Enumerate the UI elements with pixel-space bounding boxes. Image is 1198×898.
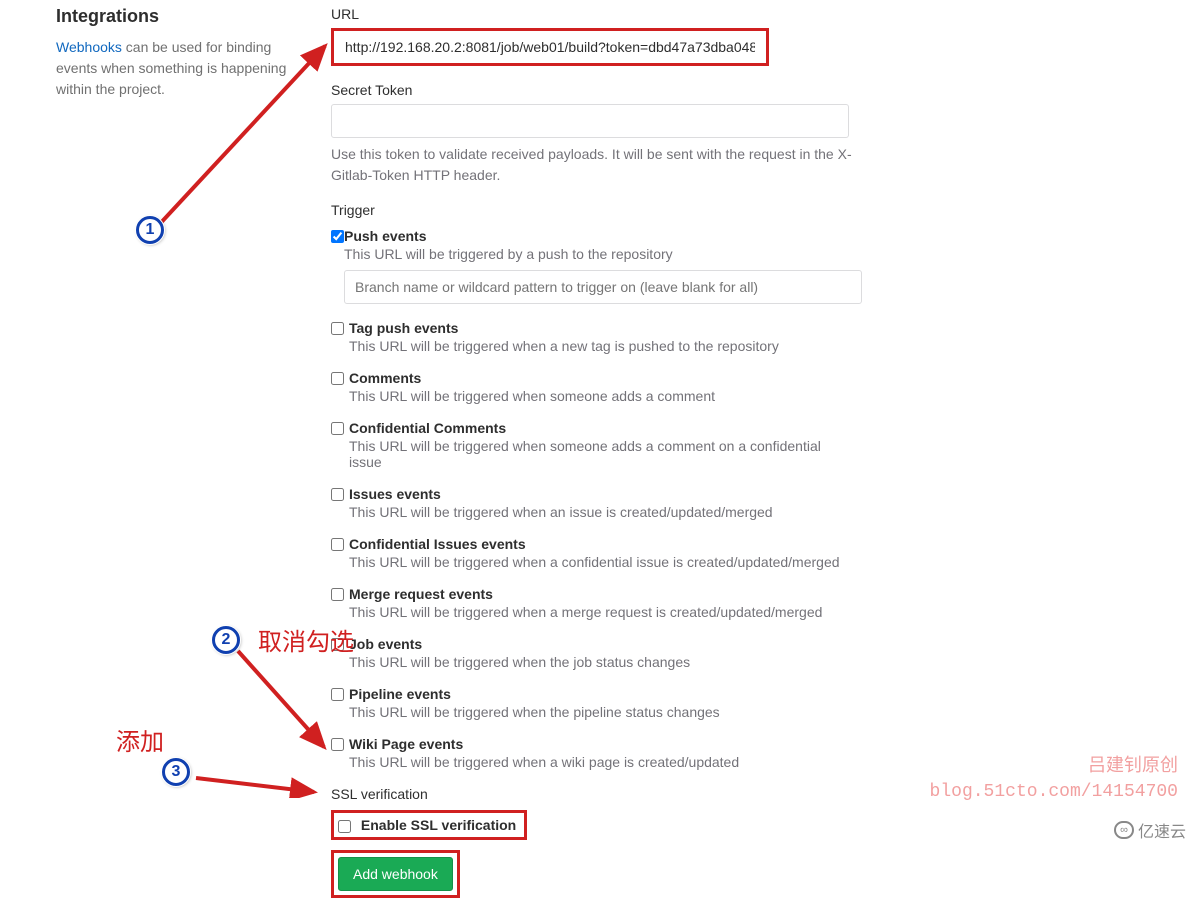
sidebar-description: Webhooks can be used for binding events … (56, 37, 311, 100)
trigger-desc-wiki: This URL will be triggered when a wiki p… (349, 754, 856, 770)
sidebar-title: Integrations (56, 6, 311, 27)
url-highlight-box (331, 28, 769, 66)
trigger-checkbox-issues[interactable] (331, 488, 344, 501)
trigger-title-conf_issues: Confidential Issues events (349, 536, 856, 552)
trigger-checkbox-conf_comments[interactable] (331, 422, 344, 435)
trigger-checkbox-pipeline[interactable] (331, 688, 344, 701)
trigger-desc-comments: This URL will be triggered when someone … (349, 388, 856, 404)
trigger-row-conf_comments: Confidential Comments This URL will be tr… (331, 420, 856, 470)
submit-highlight-box: Add webhook (331, 850, 460, 898)
annotation-badge-2: 2 (212, 626, 240, 654)
annotation-badge-1: 1 (136, 216, 164, 244)
trigger-row-job: Job events This URL will be triggered whe… (331, 636, 856, 670)
url-label: URL (331, 6, 856, 22)
trigger-row-wiki: Wiki Page events This URL will be trigger… (331, 736, 856, 770)
trigger-row-push: Push eventsThis URL will be triggered by… (331, 228, 856, 304)
annotation-badge-3: 3 (162, 758, 190, 786)
trigger-row-comments: Comments This URL will be triggered when … (331, 370, 856, 404)
trigger-desc-issues: This URL will be triggered when an issue… (349, 504, 856, 520)
annotation-text-2: 取消勾选 (258, 622, 354, 657)
ssl-section-label: SSL verification (331, 786, 856, 802)
trigger-desc-job: This URL will be triggered when the job … (349, 654, 856, 670)
secret-token-label: Secret Token (331, 82, 856, 98)
annotation-text-3: 添加 (116, 722, 164, 757)
secret-token-help: Use this token to validate received payl… (331, 144, 856, 186)
trigger-title-push: Push events (344, 228, 862, 244)
trigger-checkbox-wiki[interactable] (331, 738, 344, 751)
branch-filter-input[interactable] (344, 270, 862, 304)
trigger-title-tagpush: Tag push events (349, 320, 856, 336)
site-logo: ∞亿速云 (1114, 818, 1186, 842)
trigger-desc-tagpush: This URL will be triggered when a new ta… (349, 338, 856, 354)
url-input[interactable] (335, 32, 765, 62)
trigger-title-job: Job events (349, 636, 856, 652)
trigger-desc-conf_issues: This URL will be triggered when a confid… (349, 554, 856, 570)
trigger-checkbox-tagpush[interactable] (331, 322, 344, 335)
trigger-checkbox-merge[interactable] (331, 588, 344, 601)
trigger-desc-push: This URL will be triggered by a push to … (344, 246, 862, 262)
trigger-row-conf_issues: Confidential Issues events This URL will … (331, 536, 856, 570)
trigger-row-pipeline: Pipeline events This URL will be triggere… (331, 686, 856, 720)
secret-token-input[interactable] (331, 104, 849, 138)
trigger-row-merge: Merge request events This URL will be tri… (331, 586, 856, 620)
watermark: 吕建钊原创 blog.51cto.com/14154700 (930, 755, 1178, 805)
webhooks-link[interactable]: Webhooks (56, 39, 122, 55)
trigger-title-merge: Merge request events (349, 586, 856, 602)
trigger-desc-conf_comments: This URL will be triggered when someone … (349, 438, 856, 470)
add-webhook-button[interactable]: Add webhook (338, 857, 453, 891)
trigger-desc-merge: This URL will be triggered when a merge … (349, 604, 856, 620)
ssl-checkbox[interactable] (338, 820, 351, 833)
trigger-title-comments: Comments (349, 370, 856, 386)
trigger-title-wiki: Wiki Page events (349, 736, 856, 752)
trigger-checkbox-comments[interactable] (331, 372, 344, 385)
trigger-title-conf_comments: Confidential Comments (349, 420, 856, 436)
trigger-row-issues: Issues events This URL will be triggered … (331, 486, 856, 520)
trigger-checkbox-conf_issues[interactable] (331, 538, 344, 551)
trigger-desc-pipeline: This URL will be triggered when the pipe… (349, 704, 856, 720)
trigger-title-pipeline: Pipeline events (349, 686, 856, 702)
sidebar: Integrations Webhooks can be used for bi… (56, 6, 331, 898)
trigger-label: Trigger (331, 202, 856, 218)
main-form: URL Secret Token Use this token to valid… (331, 6, 856, 898)
ssl-highlight-box: Enable SSL verification (331, 810, 527, 840)
trigger-row-tagpush: Tag push events This URL will be triggere… (331, 320, 856, 354)
ssl-checkbox-label[interactable]: Enable SSL verification (361, 817, 516, 833)
trigger-checkbox-push[interactable] (331, 230, 344, 243)
trigger-title-issues: Issues events (349, 486, 856, 502)
